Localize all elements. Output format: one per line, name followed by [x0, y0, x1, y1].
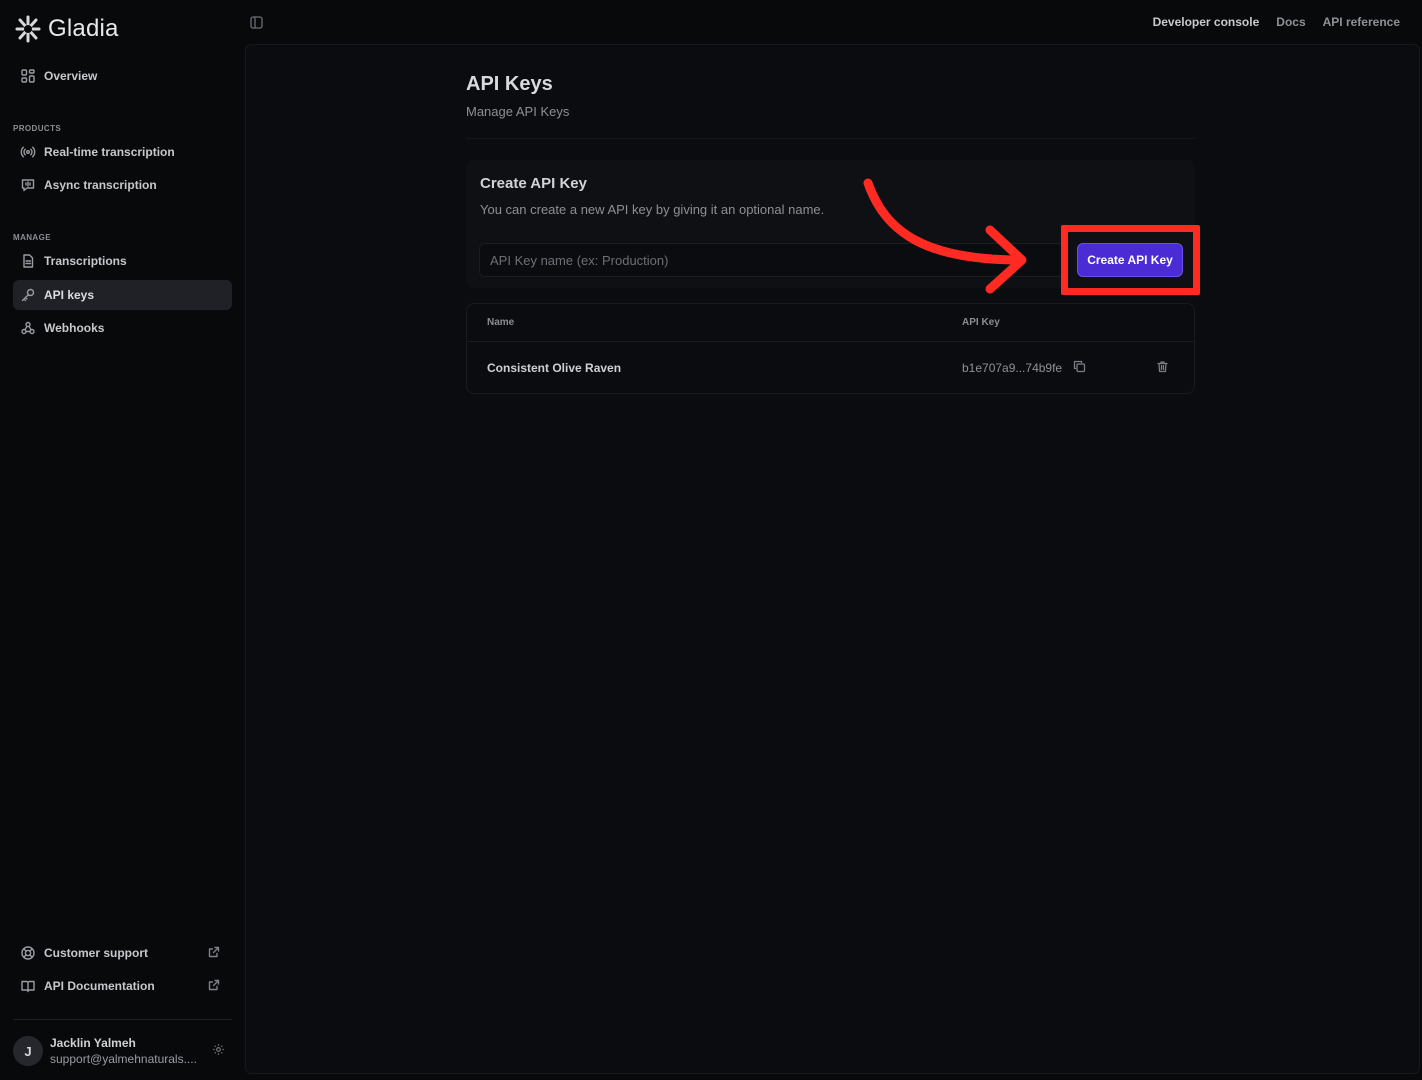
sidebar-item-realtime-transcription[interactable]: Real-time transcription: [13, 137, 232, 167]
document-icon: [20, 253, 36, 269]
key-name-cell: Consistent Olive Raven: [487, 361, 622, 375]
sidebar-item-label: Webhooks: [44, 321, 105, 335]
annotation-arrow-icon: [863, 178, 1027, 294]
key-value-cell: b1e707a9...74b9fe: [962, 361, 1063, 375]
sidebar-item-label: Customer support: [44, 946, 149, 960]
copy-icon[interactable]: [1073, 360, 1087, 374]
products-section-label: PRODUCTS: [13, 124, 62, 133]
sidebar-item-label: Transcriptions: [44, 254, 127, 268]
sidebar-item-label: Async transcription: [44, 178, 157, 192]
api-reference-link[interactable]: API reference: [1323, 15, 1400, 29]
gladia-logo-icon: [15, 15, 41, 43]
grid-icon: [20, 68, 36, 84]
sidebar-item-transcriptions[interactable]: Transcriptions: [13, 246, 232, 276]
card-description: You can create a new API key by giving i…: [480, 202, 825, 217]
sidebar-item-api-documentation[interactable]: API Documentation: [13, 971, 232, 1001]
sidebar: Gladia Overview PRODUCTS Real-time trans…: [0, 0, 245, 1080]
card-title: Create API Key: [480, 175, 587, 192]
sidebar-item-webhooks[interactable]: Webhooks: [13, 313, 232, 343]
book-icon: [20, 978, 36, 994]
trash-icon[interactable]: [1156, 360, 1170, 374]
sidebar-item-label: Overview: [44, 69, 98, 83]
table-divider: [467, 341, 1194, 342]
column-header-name: Name: [487, 317, 515, 328]
create-api-key-button[interactable]: Create API Key: [1077, 243, 1183, 277]
top-navigation: Developer console Docs API reference: [1153, 15, 1400, 29]
page-subtitle: Manage API Keys: [466, 104, 570, 119]
external-link-icon: [208, 945, 222, 959]
sidebar-item-overview[interactable]: Overview: [13, 61, 232, 91]
sidebar-divider: [13, 1019, 232, 1020]
lifebuoy-icon: [20, 945, 36, 961]
user-profile[interactable]: J Jacklin Yalmeh support@yalmehnaturals.…: [13, 1033, 232, 1069]
avatar: J: [13, 1036, 43, 1066]
webhook-icon: [20, 320, 36, 336]
divider: [466, 138, 1195, 139]
api-keys-table: Name API Key Consistent Olive Raven b1e7…: [466, 303, 1195, 394]
sidebar-item-async-transcription[interactable]: Async transcription: [13, 170, 232, 200]
page-title: API Keys: [466, 73, 553, 95]
column-header-api-key: API Key: [962, 317, 1000, 328]
user-email: support@yalmehnaturals....: [50, 1052, 197, 1066]
brand-name: Gladia: [48, 15, 119, 42]
brand-logo[interactable]: Gladia: [14, 14, 119, 44]
user-name: Jacklin Yalmeh: [50, 1036, 136, 1050]
developer-console-link[interactable]: Developer console: [1153, 15, 1260, 29]
docs-link[interactable]: Docs: [1276, 15, 1305, 29]
sidebar-item-label: Real-time transcription: [44, 145, 175, 159]
sidebar-item-customer-support[interactable]: Customer support: [13, 938, 232, 968]
sidebar-item-api-keys[interactable]: API keys: [13, 280, 232, 310]
sidebar-item-label: API Documentation: [44, 979, 155, 993]
sidebar-toggle-icon[interactable]: [250, 16, 264, 30]
chat-audio-icon: [20, 177, 36, 193]
sidebar-item-label: API keys: [44, 288, 95, 302]
external-link-icon: [208, 978, 222, 992]
gear-icon[interactable]: [212, 1043, 226, 1057]
manage-section-label: MANAGE: [13, 233, 51, 242]
broadcast-icon: [20, 144, 36, 160]
key-icon: [20, 287, 36, 303]
